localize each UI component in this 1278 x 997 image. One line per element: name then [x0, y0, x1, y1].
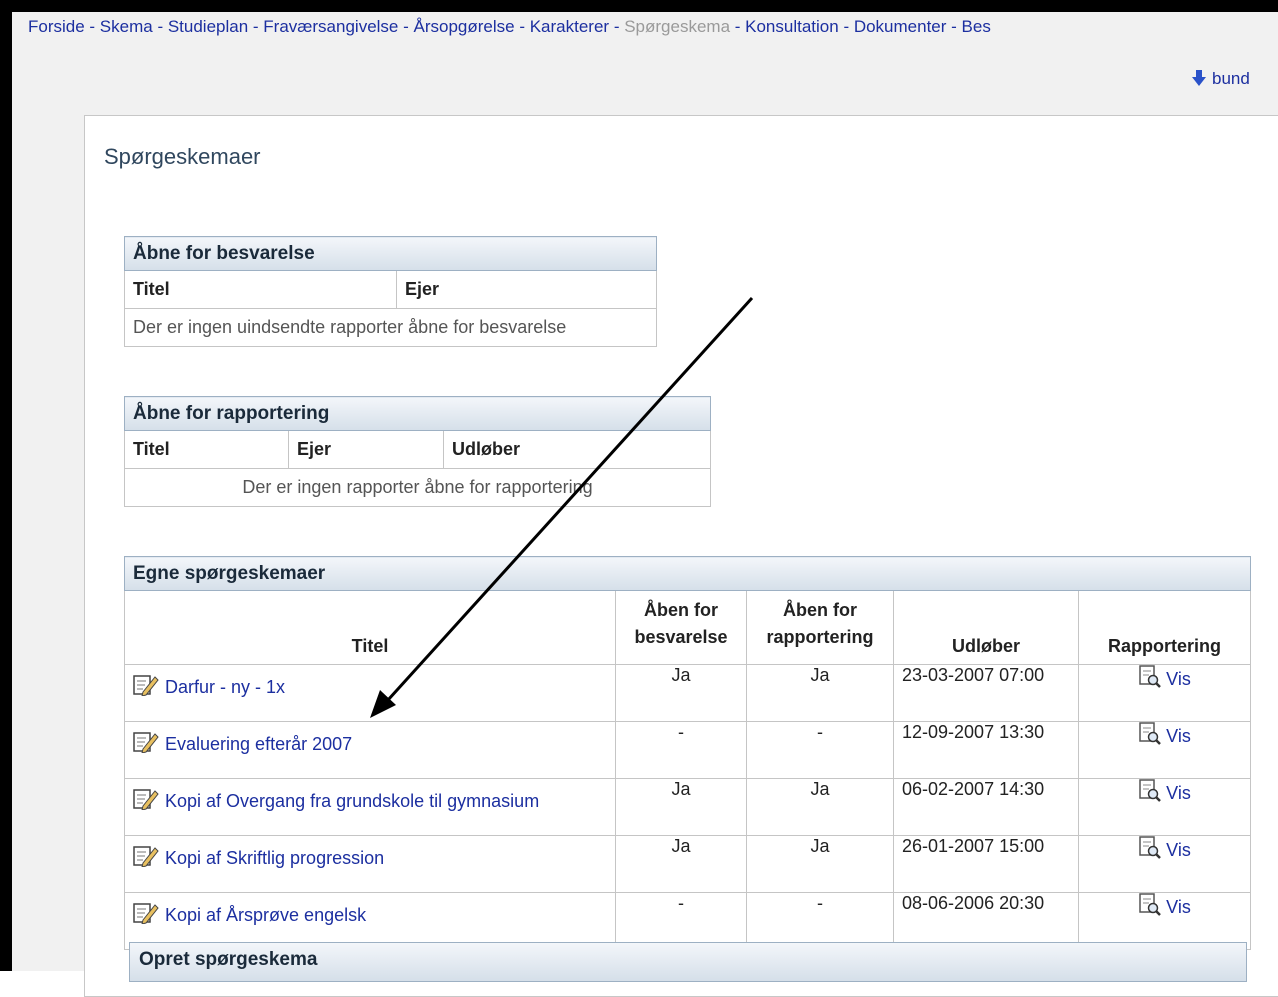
nav-separator: - [152, 17, 168, 36]
view-label: Vis [1166, 897, 1191, 917]
row-title-cell: Kopi af Overgang fra grundskole til gymn… [124, 778, 616, 836]
nav-fravaersangivelse[interactable]: Fraværsangivelse [263, 17, 398, 36]
own-questionnaires-table: Egne spørgeskemaer Titel Åben for besvar… [124, 556, 1251, 950]
expiry-cell: 26-01-2007 15:00 [893, 835, 1079, 893]
besvarelse-cell: Ja [615, 835, 747, 893]
magnifier-document-icon [1139, 836, 1162, 859]
view-report-button[interactable]: Vis [1138, 665, 1191, 689]
column-header-ejer: Ejer [288, 430, 444, 469]
magnifier-document-icon [1139, 893, 1162, 916]
questionnaire-link[interactable]: Kopi af Årsprøve engelsk [165, 905, 366, 925]
column-header-aaben-rapportering: Åben for rapportering [746, 590, 894, 665]
rapportering-cell: Ja [746, 664, 894, 722]
row-title-cell: Kopi af Årsprøve engelsk [124, 892, 616, 950]
magnifier-document-icon [1139, 722, 1162, 745]
table-row: Evaluering efterår 2007 - - 12-09-2007 1… [124, 721, 1251, 779]
table-caption: Åbne for besvarelse [124, 236, 657, 271]
open-for-answer-table: Åbne for besvarelse Titel Ejer Der er in… [124, 236, 657, 347]
table-caption: Egne spørgeskemaer [124, 556, 1251, 591]
column-header-udloeber: Udløber [443, 430, 711, 469]
view-label: Vis [1166, 783, 1191, 803]
expiry-cell: 06-02-2007 14:30 [893, 778, 1079, 836]
questionnaire-link[interactable]: Kopi af Skriftlig progression [165, 848, 384, 868]
edit-document-icon [133, 675, 159, 696]
nav-separator: - [730, 17, 746, 36]
besvarelse-cell: - [615, 721, 747, 779]
rapportering-cell: Ja [746, 835, 894, 893]
nav-separator: - [248, 17, 264, 36]
table-row: Darfur - ny - 1x Ja Ja 23-03-2007 07:00 … [124, 664, 1251, 722]
questionnaire-link[interactable]: Evaluering efterår 2007 [165, 734, 352, 754]
view-report-button[interactable]: Vis [1138, 836, 1191, 860]
column-header-titel: Titel [124, 590, 616, 665]
nav-forside[interactable]: Forside [28, 17, 85, 36]
report-action-cell: Vis [1078, 664, 1251, 722]
arrow-down-icon [1192, 70, 1206, 86]
bottom-link[interactable]: bund [1192, 69, 1250, 89]
column-header-aaben-besvarelse: Åben for besvarelse [615, 590, 747, 665]
edit-document-icon [133, 789, 159, 810]
report-action-cell: Vis [1078, 721, 1251, 779]
rapportering-cell: - [746, 721, 894, 779]
page-title: Spørgeskemaer [104, 144, 261, 169]
row-title-cell: Kopi af Skriftlig progression [124, 835, 616, 893]
expiry-cell: 12-09-2007 13:30 [893, 721, 1079, 779]
top-navigation: Forside - Skema - Studieplan - Fraværsan… [28, 17, 991, 37]
nav-bes[interactable]: Bes [962, 17, 991, 36]
questionnaire-link[interactable]: Darfur - ny - 1x [165, 677, 285, 697]
row-title-cell: Darfur - ny - 1x [124, 664, 616, 722]
view-label: Vis [1166, 669, 1191, 689]
column-header-ejer: Ejer [396, 270, 657, 309]
nav-studieplan[interactable]: Studieplan [168, 17, 248, 36]
edit-document-icon [133, 732, 159, 753]
table-caption: Åbne for rapportering [124, 396, 711, 431]
table-row: Kopi af Årsprøve engelsk - - 08-06-2006 … [124, 892, 1251, 950]
expiry-cell: 08-06-2006 20:30 [893, 892, 1079, 950]
open-for-report-table: Åbne for rapportering Titel Ejer Udløber… [124, 396, 711, 507]
rapportering-cell: - [746, 892, 894, 950]
rapportering-cell: Ja [746, 778, 894, 836]
edit-document-icon [133, 903, 159, 924]
questionnaire-link[interactable]: Kopi af Overgang fra grundskole til gymn… [165, 791, 539, 811]
nav-dokumenter[interactable]: Dokumenter [854, 17, 947, 36]
nav-separator: - [946, 17, 962, 36]
nav-separator: - [609, 17, 625, 36]
column-header-udloeber: Udløber [893, 590, 1079, 665]
row-title-cell: Evaluering efterår 2007 [124, 721, 616, 779]
table-row: Kopi af Skriftlig progression Ja Ja 26-0… [124, 835, 1251, 893]
nav-karakterer[interactable]: Karakterer [530, 17, 609, 36]
report-action-cell: Vis [1078, 892, 1251, 950]
view-report-button[interactable]: Vis [1138, 722, 1191, 746]
view-label: Vis [1166, 726, 1191, 746]
nav-separator: - [514, 17, 530, 36]
magnifier-document-icon [1139, 665, 1162, 688]
besvarelse-cell: Ja [615, 664, 747, 722]
view-label: Vis [1166, 840, 1191, 860]
empty-message: Der er ingen uindsendte rapporter åbne f… [124, 308, 657, 347]
nav-konsultation[interactable]: Konsultation [745, 17, 839, 36]
nav-separator: - [398, 17, 414, 36]
empty-message: Der er ingen rapporter åbne for rapporte… [124, 468, 711, 507]
view-report-button[interactable]: Vis [1138, 779, 1191, 803]
column-header-titel: Titel [124, 430, 289, 469]
report-action-cell: Vis [1078, 778, 1251, 836]
nav-skema[interactable]: Skema [100, 17, 153, 36]
nav-separator: - [838, 17, 854, 36]
magnifier-document-icon [1139, 779, 1162, 802]
create-questionnaire-section: Opret spørgeskema [129, 942, 1247, 982]
view-report-button[interactable]: Vis [1138, 893, 1191, 917]
column-header-rapportering: Rapportering [1078, 590, 1251, 665]
edit-document-icon [133, 846, 159, 867]
expiry-cell: 23-03-2007 07:00 [893, 664, 1079, 722]
table-row: Kopi af Overgang fra grundskole til gymn… [124, 778, 1251, 836]
report-action-cell: Vis [1078, 835, 1251, 893]
column-header-titel: Titel [124, 270, 397, 309]
nav-spoergeskema: Spørgeskema [624, 17, 731, 36]
besvarelse-cell: Ja [615, 778, 747, 836]
besvarelse-cell: - [615, 892, 747, 950]
nav-aarsopgoerelse[interactable]: Årsopgørelse [414, 17, 515, 36]
bottom-link-label: bund [1212, 69, 1250, 88]
nav-separator: - [84, 17, 100, 36]
